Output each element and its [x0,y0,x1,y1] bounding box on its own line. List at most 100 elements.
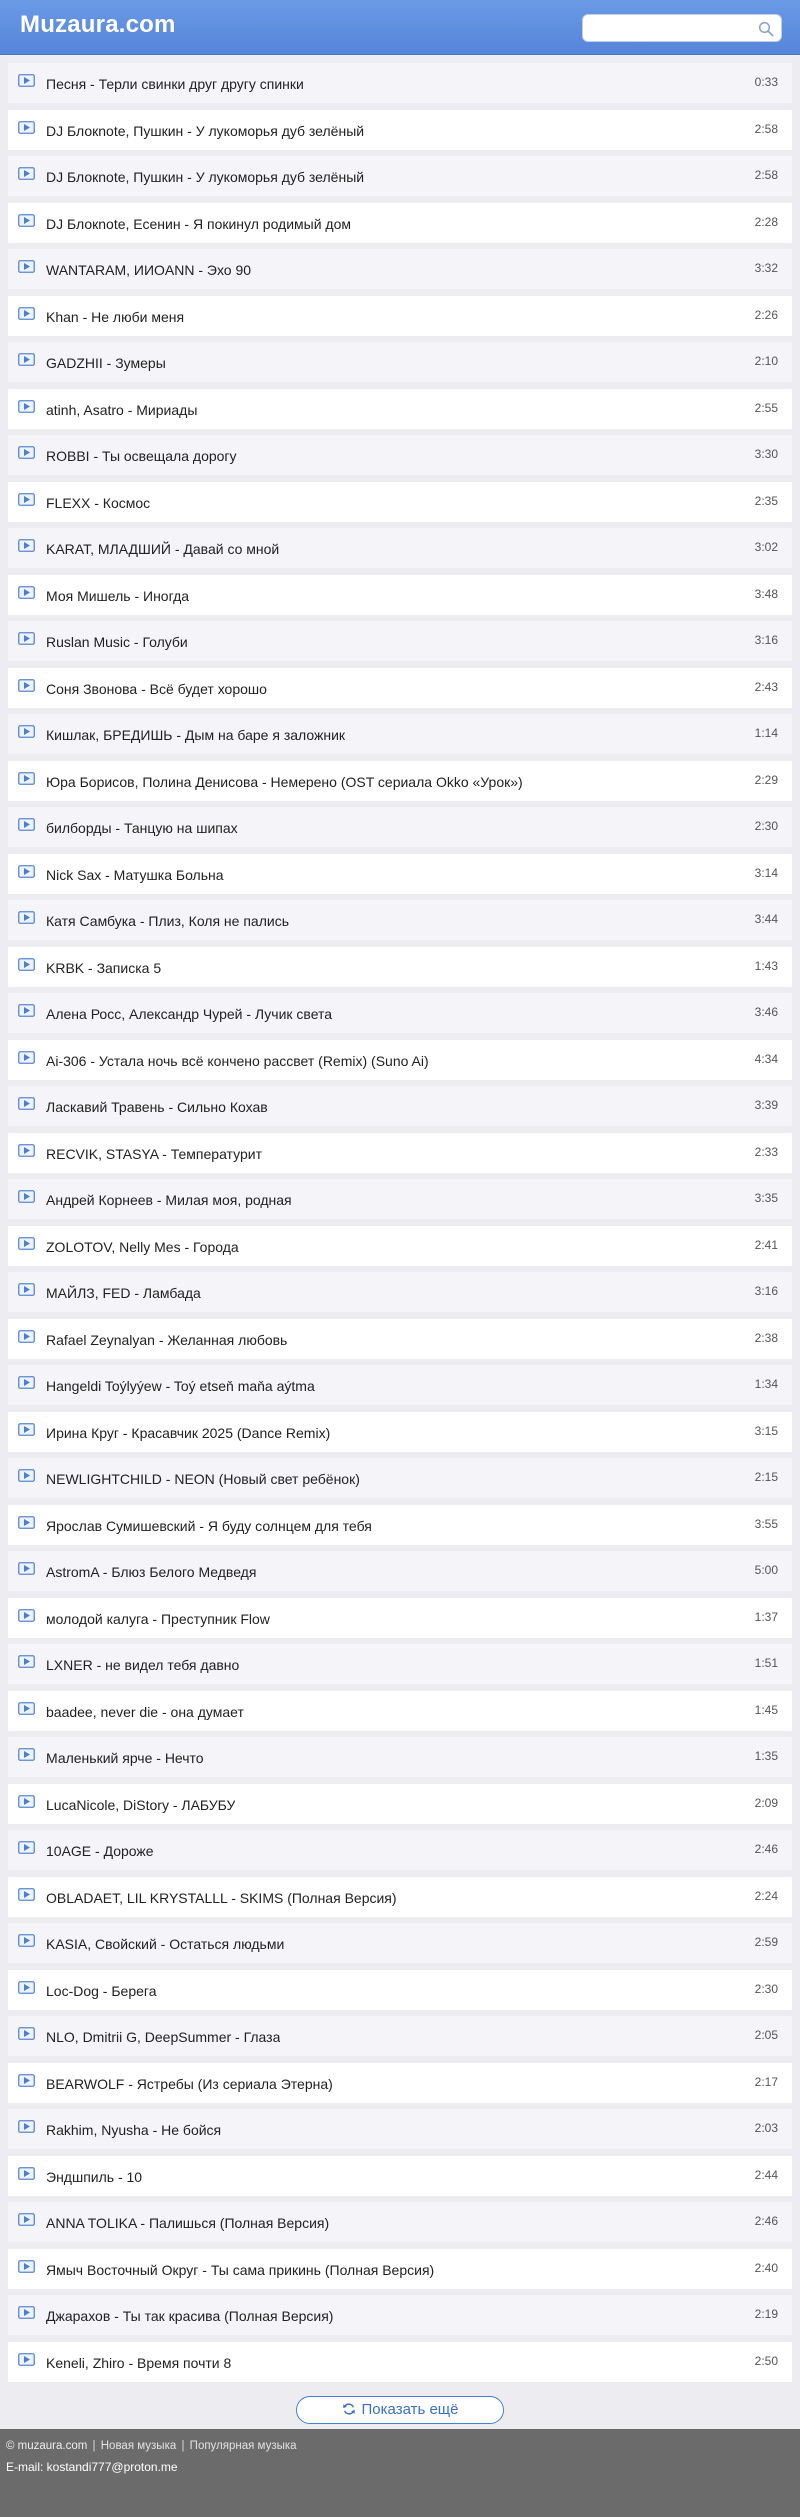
track-row[interactable]: Ai-306 - Устала ночь всё кончено рассвет… [8,1039,792,1080]
play-icon[interactable] [18,1190,35,1203]
track-title[interactable]: билборды - Танцую на шипах [46,820,238,836]
play-icon[interactable] [18,1887,35,1901]
play-icon[interactable] [18,1655,35,1668]
track-title[interactable]: DJ Блокnote, Есенин - Я покинул родимый … [46,216,351,232]
track-row[interactable]: Катя Самбука - Плиз, Коля не пались 3:44 [8,900,792,940]
track-row[interactable]: Кишлак, БРЕДИШЬ - Дым на баре я заложник… [8,714,792,754]
play-icon[interactable] [18,2120,35,2133]
track-title[interactable]: RECVIK, STASYA - Температурит [46,1146,262,1162]
track-title[interactable]: Ямыч Восточный Округ - Ты сама прикинь (… [46,2262,434,2278]
track-row[interactable]: Ирина Круг - Красавчик 2025 (Dance Remix… [8,1411,792,1452]
play-icon[interactable] [18,632,35,645]
track-title[interactable]: Nick Sax - Матушка Больна [46,867,224,883]
track-title[interactable]: Rafael Zeynalyan - Желанная любовь [46,1332,287,1348]
track-title[interactable]: BEARWOLF - Ястребы (Из сериала Этерна) [46,2076,333,2092]
track-row[interactable]: ANNA TOLIKA - Палишься (Полная Версия) 2:… [8,2202,792,2242]
track-row[interactable]: МАЙЛЗ, FED - Ламбада 3:16 [8,1272,792,1312]
track-row[interactable]: Rakhim, Nyusha - Не бойся 2:03 [8,2109,792,2149]
track-title[interactable]: ANNA TOLIKA - Палишься (Полная Версия) [46,2215,329,2231]
track-title[interactable]: Hangeldi Toýlyýew - Toý etseň maňa aýtma [46,1378,315,1394]
play-icon[interactable] [18,399,35,413]
track-title[interactable]: DJ Блокnote, Пушкин - У лукоморья дуб зе… [46,123,364,139]
track-title[interactable]: DJ Блокnote, Пушкин - У лукоморья дуб зе… [46,169,364,185]
track-row[interactable]: Nick Sax - Матушка Больна 3:14 [8,853,792,894]
track-row[interactable]: Rafael Zeynalyan - Желанная любовь 2:38 [8,1318,792,1359]
play-icon[interactable] [18,1329,35,1343]
track-title[interactable]: LucaNicole, DiStory - ЛАБУБУ [46,1797,235,1813]
track-title[interactable]: Катя Самбука - Плиз, Коля не пались [46,913,289,929]
track-title[interactable]: Соня Звонова - Всё будет хорошо [46,681,267,697]
track-row[interactable]: LucaNicole, DiStory - ЛАБУБУ 2:09 [8,1783,792,1824]
play-icon[interactable] [18,585,35,599]
play-icon[interactable] [18,539,35,552]
track-title[interactable]: Ai-306 - Устала ночь всё кончено рассвет… [46,1053,429,1069]
track-row[interactable]: RECVIK, STASYA - Температурит 2:33 [8,1132,792,1173]
play-icon[interactable] [18,2259,35,2273]
track-row[interactable]: Khan - Не люби меня 2:26 [8,295,792,336]
track-title[interactable]: NLO, Dmitrii G, DeepSummer - Глаза [46,2029,280,2045]
play-icon[interactable] [18,1097,35,1110]
track-title[interactable]: Юра Борисов, Полина Денисова - Немерено … [46,774,523,790]
track-title[interactable]: atinh, Asatro - Мириады [46,402,197,418]
track-row[interactable]: DJ Блокnote, Пушкин - У лукоморья дуб зе… [8,156,792,196]
track-row[interactable]: Песня - Терли свинки друг другу спинки 0:… [8,63,792,103]
track-row[interactable]: Соня Звонова - Всё будет хорошо 2:43 [8,667,792,708]
track-row[interactable]: Эндшпиль - 10 2:44 [8,2155,792,2196]
play-icon[interactable] [18,1143,35,1157]
track-row[interactable]: Keneli, Zhiro - Время почти 8 2:50 [8,2341,792,2382]
track-row[interactable]: atinh, Asatro - Мириады 2:55 [8,388,792,429]
track-title[interactable]: AstromA - Блюз Белого Медведя [46,1564,256,1580]
track-row[interactable]: LXNER - не видел тебя давно 1:51 [8,1644,792,1684]
track-title[interactable]: Андрей Корнеев - Милая моя, родная [46,1192,292,1208]
track-row[interactable]: FLEXX - Космос 2:35 [8,481,792,522]
track-title[interactable]: МАЙЛЗ, FED - Ламбада [46,1285,201,1301]
play-icon[interactable] [18,678,35,692]
track-title[interactable]: Моя Мишель - Иногда [46,588,189,604]
play-icon[interactable] [18,2352,35,2366]
search-box[interactable] [582,14,782,42]
track-row[interactable]: Моя Мишель - Иногда 3:48 [8,574,792,615]
footer-link-popular-music[interactable]: Популярная музыка [190,2440,297,2452]
track-title[interactable]: FLEXX - Космос [46,495,150,511]
track-title[interactable]: Keneli, Zhiro - Время почти 8 [46,2355,231,2371]
play-icon[interactable] [18,1283,35,1296]
play-icon[interactable] [18,1004,35,1017]
site-logo[interactable]: Muzaura.com [20,11,176,39]
track-title[interactable]: Песня - Терли свинки друг другу спинки [46,76,304,92]
track-title[interactable]: Ruslan Music - Голуби [46,634,188,650]
track-title[interactable]: Rakhim, Nyusha - Не бойся [46,2122,221,2138]
play-icon[interactable] [18,1608,35,1622]
track-row[interactable]: билборды - Танцую на шипах 2:30 [8,807,792,847]
play-icon[interactable] [18,1562,35,1575]
track-title[interactable]: ROBBI - Ты освещала дорогу [46,448,237,464]
play-icon[interactable] [18,260,35,273]
track-row[interactable]: GADZHII - Зумеры 2:10 [8,342,792,382]
play-icon[interactable] [18,1980,35,1994]
track-row[interactable]: KARAT, МЛАДШИЙ - Давай со мной 3:02 [8,528,792,568]
play-icon[interactable] [18,120,35,134]
play-icon[interactable] [18,911,35,924]
play-icon[interactable] [18,446,35,459]
play-icon[interactable] [18,2027,35,2040]
track-title[interactable]: KASIA, Свойский - Остаться людьми [46,1936,284,1952]
play-icon[interactable] [18,957,35,971]
track-row[interactable]: BEARWOLF - Ястребы (Из сериала Этерна) 2:… [8,2062,792,2103]
track-row[interactable]: WANTARAM, ИИОANN - Эхо 90 3:32 [8,249,792,289]
track-title[interactable]: Khan - Не люби меня [46,309,184,325]
track-row[interactable]: DJ Блокnote, Пушкин - У лукоморья дуб зе… [8,109,792,150]
track-row[interactable]: NEWLIGHTCHILD - NEON (Новый свет ребёнок… [8,1458,792,1498]
track-row[interactable]: 10AGE - Дороже 2:46 [8,1830,792,1870]
play-icon[interactable] [18,353,35,366]
play-icon[interactable] [18,1236,35,1250]
track-title[interactable]: Маленький ярче - Нечто [46,1750,204,1766]
track-title[interactable]: OBLADAET, LIL KRYSTALLL - SKIMS (Полная … [46,1890,397,1906]
track-title[interactable]: baadee, never die - она думает [46,1704,244,1720]
footer-link-new-music[interactable]: Новая музыка [101,2440,177,2452]
play-icon[interactable] [18,1469,35,1482]
track-title[interactable]: Эндшпиль - 10 [46,2169,142,2185]
play-icon[interactable] [18,167,35,180]
search-icon[interactable] [758,21,774,37]
play-icon[interactable] [18,771,35,785]
play-icon[interactable] [18,2166,35,2180]
track-title[interactable]: GADZHII - Зумеры [46,355,166,371]
